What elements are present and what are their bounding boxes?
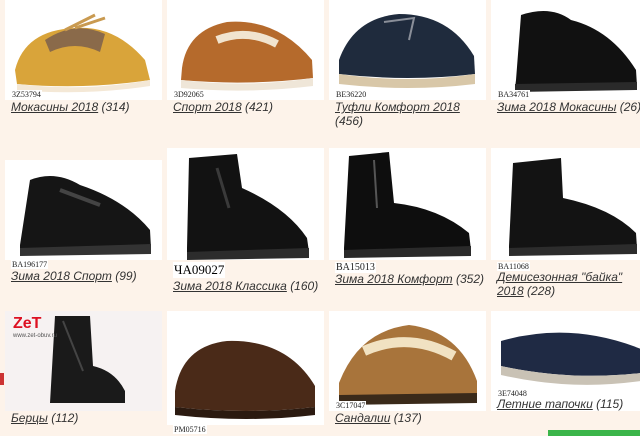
product-code: 3D92065 — [173, 90, 205, 99]
category-link[interactable]: Летние тапочки — [497, 397, 593, 411]
brand-watermark: ZeT www.zet-obuv.ru — [13, 315, 57, 339]
category-link[interactable]: Сандалии — [335, 411, 390, 425]
item-count: (115) — [596, 397, 624, 411]
item-count: (112) — [51, 411, 79, 425]
product-caption: Зима 2018 Классика (160) — [173, 279, 325, 293]
product-caption: Мокасины 2018 (314) — [11, 100, 163, 114]
product-image-brogue[interactable] — [167, 311, 324, 425]
product-image-comfort-shoe[interactable] — [329, 0, 486, 100]
category-link[interactable]: Зима 2018 Классика — [173, 279, 287, 293]
item-count: (26) — [619, 100, 640, 114]
item-count: (99) — [115, 269, 137, 283]
product-image-demi-season[interactable] — [491, 148, 640, 260]
product-grid: 3Z53794 Мокасины 2018 (314) 3D92065 Спор… — [0, 0, 640, 436]
product-code: BE36220 — [335, 90, 368, 99]
product-caption: Зима 2018 Мокасины (26) — [497, 100, 640, 114]
item-count: (314) — [101, 100, 130, 114]
product-code: BA196177 — [11, 260, 49, 269]
product-caption: Туфли Комфорт 2018 (456) — [335, 100, 487, 128]
category-link[interactable]: Демисезонная "байка" 2018 — [497, 270, 622, 298]
product-image-sport-shoe[interactable] — [167, 0, 324, 100]
category-link[interactable]: Туфли Комфорт 2018 — [335, 100, 460, 114]
category-link[interactable]: Зима 2018 Спорт — [11, 269, 112, 283]
product-code: BA34761 — [497, 90, 531, 99]
product-image-winter-classic[interactable] — [167, 148, 324, 260]
product-code: 3Z53794 — [11, 90, 42, 99]
product-caption: Демисезонная "байка" 2018 (228) — [497, 270, 640, 298]
product-image-winter-sport[interactable] — [5, 160, 162, 260]
bottom-green-button[interactable] — [548, 430, 640, 436]
product-caption: Зима 2018 Спорт (99) — [11, 269, 163, 283]
product-image-sandals[interactable] — [329, 311, 486, 411]
item-count: (352) — [456, 272, 485, 286]
item-count: (421) — [245, 100, 274, 114]
product-image-army-boots[interactable]: ZeT www.zet-obuv.ru — [5, 311, 162, 411]
product-image-winter-moccasin[interactable] — [491, 0, 640, 100]
product-caption: Летние тапочки (115) — [497, 397, 640, 411]
product-caption: Берцы (112) — [11, 411, 163, 425]
product-image-moccasin[interactable] — [5, 0, 162, 100]
category-link[interactable]: Мокасины 2018 — [11, 100, 98, 114]
item-count: (137) — [393, 411, 422, 425]
category-link[interactable]: Спорт 2018 — [173, 100, 242, 114]
category-link[interactable]: Зима 2018 Мокасины — [497, 100, 616, 114]
product-image-winter-comfort[interactable] — [329, 148, 486, 260]
product-caption: Спорт 2018 (421) — [173, 100, 325, 114]
side-marker — [0, 373, 4, 385]
product-caption: Зима 2018 Комфорт (352) — [335, 272, 487, 286]
product-code: ЧА09027 — [173, 262, 226, 278]
item-count: (160) — [290, 279, 319, 293]
product-caption: Сандалии (137) — [335, 411, 487, 425]
product-code: 3C17047 — [335, 401, 367, 410]
category-link[interactable]: Берцы — [11, 411, 48, 425]
item-count: (456) — [335, 114, 364, 128]
category-link[interactable]: Зима 2018 Комфорт — [335, 272, 453, 286]
product-code: PM05716 — [173, 425, 207, 434]
item-count: (228) — [527, 284, 556, 298]
